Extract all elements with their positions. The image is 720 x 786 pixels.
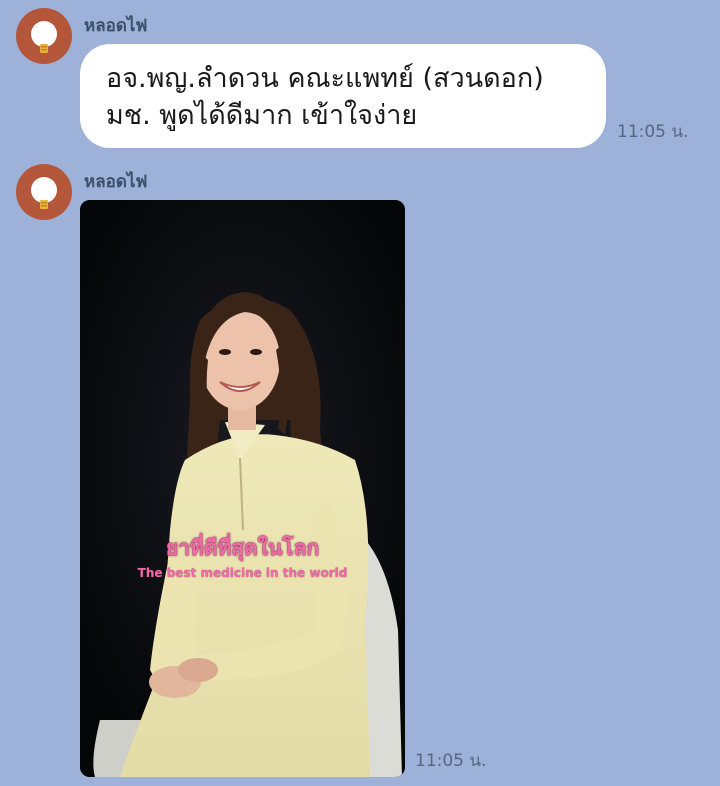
avatar-lightbulb-1[interactable] bbox=[16, 8, 72, 64]
video-frame-woman-seated bbox=[80, 200, 405, 777]
video-caption-thai: ยาที่ดีที่สุดในโลก bbox=[165, 536, 320, 560]
message-text-line-1: อจ.พญ.ลำดวน คณะแพทย์ (สวนดอก) bbox=[106, 63, 544, 94]
video-timestamp: 11:05 น. bbox=[415, 751, 487, 771]
avatar-lightbulb-2[interactable] bbox=[16, 164, 72, 220]
message-timestamp: 11:05 น. bbox=[617, 122, 689, 142]
video-message-thumbnail[interactable]: ยาที่ดีที่สุดในโลก The best medicine in … bbox=[80, 200, 405, 777]
message-bubble[interactable]: อจ.พญ.ลำดวน คณะแพทย์ (สวนดอก) มช. พูดได้… bbox=[80, 44, 606, 148]
video-caption-english: The best medicine in the world bbox=[137, 566, 348, 580]
lightbulb-icon bbox=[31, 177, 57, 209]
message-text-line-2: มช. พูดได้ดีมาก เข้าใจง่าย bbox=[106, 100, 418, 131]
lightbulb-icon bbox=[31, 21, 57, 53]
sender-name: หลอดไฟ bbox=[84, 172, 148, 192]
sender-name: หลอดไฟ bbox=[84, 16, 148, 36]
